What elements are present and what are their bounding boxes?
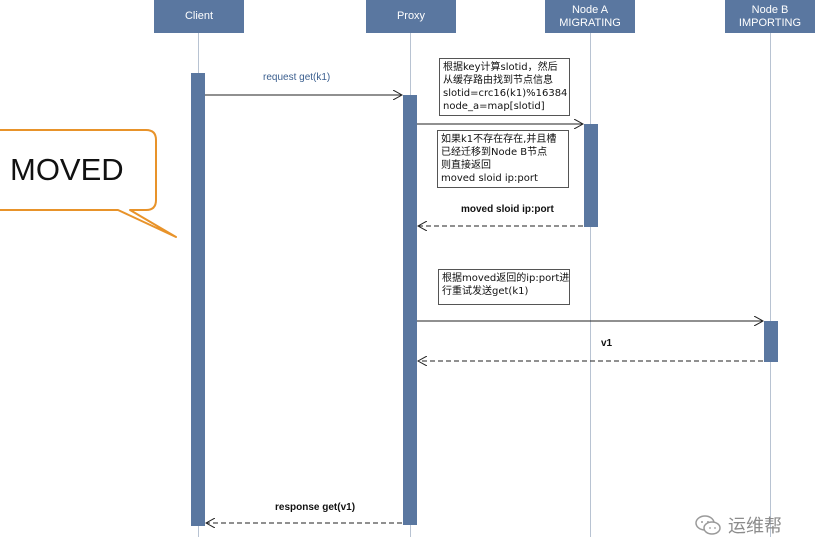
note-not-exist-line: moved sloid ip:port <box>441 173 538 184</box>
moved-callout-text: MOVED <box>10 152 124 187</box>
message-request-label: request get(k1) <box>263 72 331 83</box>
watermark-text: 运维帮 <box>728 516 782 536</box>
note-compute-slot-line: 根据key计算slotid，然后 <box>443 62 558 73</box>
note-not-exist-line: 如果k1不存在存在,并且槽 <box>441 134 557 145</box>
note-not-exist: 如果k1不存在存在,并且槽 已经迁移到Node B节点 则直接返回 moved … <box>437 130 569 188</box>
note-not-exist-line: 则直接返回 <box>441 160 491 171</box>
note-retry: 根据moved返回的ip:port进 行重试发送get(k1) <box>438 269 570 305</box>
note-compute-slot-line: 从缓存路由找到节点信息 <box>443 75 553 86</box>
watermark: 运维帮 <box>694 512 782 538</box>
message-moved-label: moved sloid ip:port <box>461 204 554 215</box>
diagram-overlay <box>0 0 831 537</box>
wechat-icon <box>695 515 721 535</box>
message-response-label: response get(v1) <box>275 502 356 513</box>
note-retry-line: 行重试发送get(k1) <box>442 286 529 297</box>
note-compute-slot-line: slotid=crc16(k1)%16384 <box>443 88 568 99</box>
note-not-exist-line: 已经迁移到Node B节点 <box>441 147 548 158</box>
note-retry-line: 根据moved返回的ip:port进 <box>442 273 570 284</box>
message-v1-label: v1 <box>601 338 613 349</box>
note-compute-slot-line: node_a=map[slotid] <box>443 101 545 112</box>
note-compute-slot: 根据key计算slotid，然后 从缓存路由找到节点信息 slotid=crc1… <box>439 58 570 116</box>
